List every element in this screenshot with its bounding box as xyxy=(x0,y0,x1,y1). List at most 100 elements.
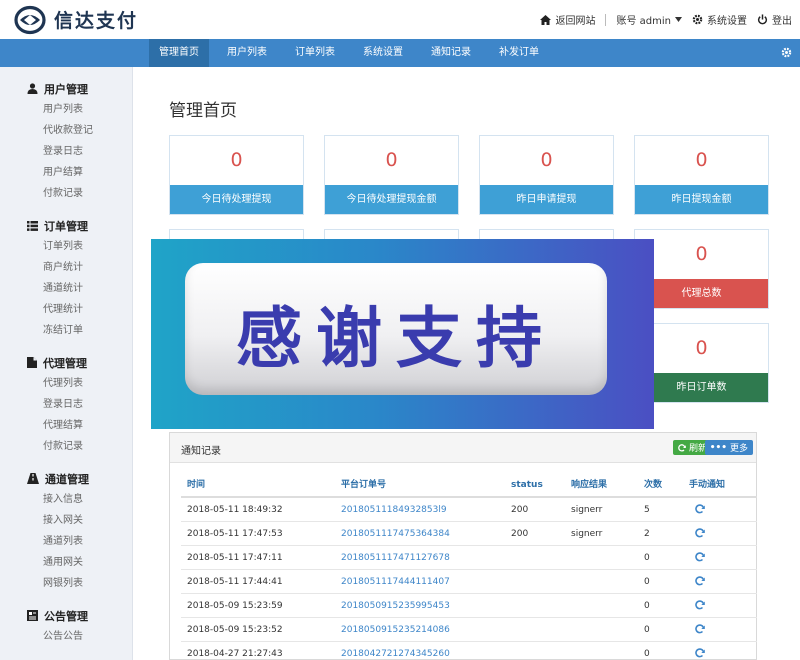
table-row: 2018-05-11 17:47:53 2018051117475364384 20… xyxy=(181,522,757,546)
sidebar-item-channel-stats[interactable]: 通道统计 xyxy=(27,278,132,299)
column-header[interactable]: 响应结果 xyxy=(571,473,607,497)
sidebar-item-agent-login-log[interactable]: 登录日志 xyxy=(27,394,132,415)
row-order-link[interactable]: 2018042721274345260 xyxy=(341,642,450,660)
banner-text: 感谢支持 xyxy=(236,300,556,377)
sidebar-group-label: 通道管理 xyxy=(45,472,89,486)
home-link[interactable]: 返回网站 xyxy=(540,12,595,27)
stat-card[interactable]: 0 今日待处理提现金额 xyxy=(324,135,459,215)
sidebar-group-agents: 代理管理 代理列表 登录日志 代理结算 付款记录 xyxy=(27,352,132,457)
resend-notification-button[interactable] xyxy=(695,624,705,634)
gear-icon xyxy=(692,14,703,25)
row-time: 2018-05-11 18:49:32 xyxy=(187,505,283,515)
header-divider xyxy=(605,13,607,26)
row-count: 0 xyxy=(644,553,650,563)
row-time: 2018-05-09 15:23:59 xyxy=(187,601,283,611)
stat-value: 0 xyxy=(540,149,553,171)
sidebar-item-login-log[interactable]: 登录日志 xyxy=(27,141,132,162)
sidebar-item-collection-register[interactable]: 代收款登记 xyxy=(27,120,132,141)
sidebar-item-channel-list[interactable]: 通道列表 xyxy=(27,531,132,552)
sidebar-item-payment-records[interactable]: 付款记录 xyxy=(27,183,132,204)
nav-dashboard[interactable]: 管理首页 xyxy=(149,39,209,67)
sidebar-item-general-gateway[interactable]: 通用网关 xyxy=(27,552,132,573)
row-order-link[interactable]: 2018050915235995453 xyxy=(341,594,450,618)
row-result: signerr xyxy=(571,529,603,539)
nav-settings[interactable]: 系统设置 xyxy=(353,39,413,67)
sidebar-item-agent-settlement[interactable]: 代理结算 xyxy=(27,415,132,436)
table-row: 2018-04-27 21:27:43 2018042721274345260 0 xyxy=(181,642,757,660)
stat-card[interactable]: 0 代理总数 xyxy=(634,229,769,309)
stat-label: 昨日申请提现 xyxy=(480,185,613,214)
row-order-link[interactable]: 2018051117475364384 xyxy=(341,522,450,546)
column-header[interactable]: 时间 xyxy=(187,473,205,497)
nav-orders[interactable]: 订单列表 xyxy=(285,39,345,67)
sidebar-item-access-gateway[interactable]: 接入网关 xyxy=(27,510,132,531)
sidebar-item-order-list[interactable]: 订单列表 xyxy=(27,236,132,257)
resend-notification-button[interactable] xyxy=(695,576,705,586)
refresh-icon xyxy=(695,552,705,562)
resend-notification-button[interactable] xyxy=(695,504,705,514)
sidebar-item-agent-list[interactable]: 代理列表 xyxy=(27,373,132,394)
sidebar-item-access-info[interactable]: 接入信息 xyxy=(27,489,132,510)
row-status: 200 xyxy=(511,529,529,539)
sidebar-item-user-list[interactable]: 用户列表 xyxy=(27,99,132,120)
nav-notifications[interactable]: 通知记录 xyxy=(421,39,481,67)
sidebar-item-merchant-stats[interactable]: 商户统计 xyxy=(27,257,132,278)
stat-card[interactable]: 0 昨日申请提现 xyxy=(479,135,614,215)
sidebar-item-agent-payment-records[interactable]: 付款记录 xyxy=(27,436,132,457)
row-order-link[interactable]: 2018051117444111407 xyxy=(341,570,450,594)
sidebar-group-title[interactable]: 公告管理 xyxy=(27,605,132,626)
table-row: 2018-05-11 17:47:11 2018051117471127678 0 xyxy=(181,546,757,570)
stat-label: 昨日订单数 xyxy=(635,373,768,402)
ellipsis-icon: ••• xyxy=(709,442,727,453)
brand-name: 信达支付 xyxy=(54,10,139,32)
nav-resend-orders[interactable]: 补发订单 xyxy=(489,39,549,67)
table-row: 2018-05-11 18:49:32 20180511184932853l9 20… xyxy=(181,498,757,522)
stat-label: 今日待处理提现金额 xyxy=(325,185,458,214)
sidebar-group-title[interactable]: 用户管理 xyxy=(27,78,132,99)
main-navbar: 管理首页 用户列表 订单列表 系统设置 通知记录 补发订单 xyxy=(0,39,800,67)
sidebar-item-notice-list[interactable]: 公告公告 xyxy=(27,626,132,647)
row-order-link[interactable]: 20180511184932853l9 xyxy=(341,498,447,522)
table-row: 2018-05-09 15:23:59 2018050915235995453 0 xyxy=(181,594,757,618)
resend-notification-button[interactable] xyxy=(695,528,705,538)
caret-down-icon xyxy=(675,17,682,22)
settings-link[interactable]: 系统设置 xyxy=(692,12,747,27)
sidebar-group-users: 用户管理 用户列表 代收款登记 登录日志 用户结算 付款记录 xyxy=(27,78,132,204)
stat-value: 0 xyxy=(230,149,243,171)
sidebar-item-user-settlement[interactable]: 用户结算 xyxy=(27,162,132,183)
sidebar-group-title[interactable]: 代理管理 xyxy=(27,352,132,373)
stat-label: 代理总数 xyxy=(635,279,768,308)
home-link-label: 返回网站 xyxy=(555,16,596,27)
refresh-icon xyxy=(695,576,705,586)
sidebar-item-bank-list[interactable]: 网银列表 xyxy=(27,573,132,594)
sidebar-group-title[interactable]: 订单管理 xyxy=(27,215,132,236)
brand-logo[interactable]: 信达支付 xyxy=(14,5,138,35)
resend-notification-button[interactable] xyxy=(695,552,705,562)
banner-plate: 感谢支持 xyxy=(185,263,607,395)
column-header[interactable]: 平台订单号 xyxy=(341,473,386,497)
sidebar-item-frozen-orders[interactable]: 冻结订单 xyxy=(27,320,132,341)
sidebar-item-agent-stats[interactable]: 代理统计 xyxy=(27,299,132,320)
logout-link[interactable]: 登出 xyxy=(757,12,792,27)
row-time: 2018-04-27 21:27:43 xyxy=(187,649,283,659)
stat-card[interactable]: 0 今日待处理提现 xyxy=(169,135,304,215)
sidebar-group-title[interactable]: 通道管理 xyxy=(27,468,132,489)
account-dropdown[interactable]: 账号 admin xyxy=(616,12,682,27)
resend-notification-button[interactable] xyxy=(695,600,705,610)
stat-card[interactable]: 0 昨日提现金额 xyxy=(634,135,769,215)
nav-users[interactable]: 用户列表 xyxy=(217,39,277,67)
row-order-link[interactable]: 2018051117471127678 xyxy=(341,546,450,570)
column-header[interactable]: 次数 xyxy=(644,473,662,497)
stat-card[interactable]: 0 昨日订单数 xyxy=(634,323,769,403)
column-header[interactable]: 手动通知 xyxy=(689,473,725,497)
refresh-icon xyxy=(695,504,705,514)
column-header[interactable]: status xyxy=(511,473,543,497)
row-time: 2018-05-09 15:23:52 xyxy=(187,625,283,635)
logo-icon xyxy=(14,5,46,34)
row-order-link[interactable]: 2018050915235214086 xyxy=(341,618,450,642)
sidebar-group-label: 用户管理 xyxy=(44,82,88,96)
more-button[interactable]: ••• 更多 xyxy=(704,440,753,455)
gear-icon[interactable] xyxy=(781,47,792,58)
resend-notification-button[interactable] xyxy=(695,648,705,658)
promo-banner: 感谢支持 xyxy=(151,239,654,429)
